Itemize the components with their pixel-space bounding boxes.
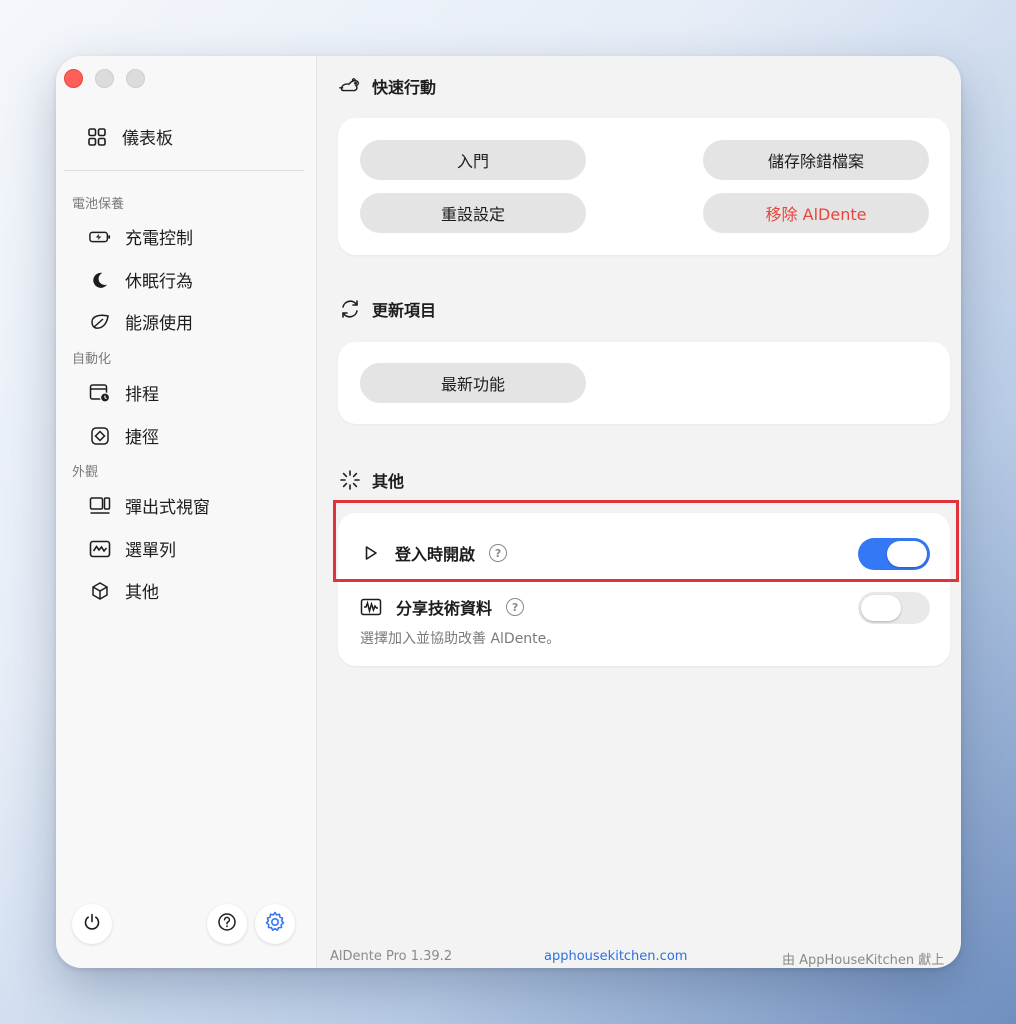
share-technical-data-row: 分享技術資料 ? <box>360 595 525 619</box>
help-button[interactable] <box>207 904 247 944</box>
getting-started-button[interactable]: 入門 <box>360 140 586 180</box>
waveform-icon <box>360 598 382 616</box>
save-debug-file-button[interactable]: 儲存除錯檔案 <box>703 140 929 180</box>
sidebar-item-other[interactable]: 其他 <box>89 578 159 603</box>
updates-header: 更新項目 <box>338 297 436 321</box>
quick-actions-card: 入門 儲存除錯檔案 重設設定 移除 AlDente <box>338 118 950 255</box>
sidebar-item-energy-use[interactable]: 能源使用 <box>89 309 193 334</box>
sidebar-item-sleep-behavior[interactable]: 休眠行為 <box>89 267 193 292</box>
whats-new-button[interactable]: 最新功能 <box>360 363 586 403</box>
sidebar-item-schedule[interactable]: 排程 <box>89 380 159 405</box>
moon-icon <box>89 269 111 291</box>
reset-settings-button[interactable]: 重設設定 <box>360 193 586 233</box>
grid-icon <box>86 126 108 148</box>
sidebar-item-shortcuts[interactable]: 捷徑 <box>89 423 159 448</box>
sidebar-item-label: 其他 <box>125 583 159 603</box>
section-label-appearance: 外觀 <box>72 465 99 480</box>
calendar-clock-icon <box>89 382 111 404</box>
sidebar: 儀表板 電池保養 充電控制 休眠行為 能源使用 自動化 排程 捷徑 外觀 彈出式… <box>56 56 317 968</box>
updates-title: 更新項目 <box>372 301 437 320</box>
settings-button[interactable] <box>255 904 295 944</box>
sidebar-divider <box>64 170 304 171</box>
share-technical-data-toggle[interactable] <box>858 592 930 624</box>
sidebar-item-menu-bar[interactable]: 選單列 <box>89 536 176 561</box>
refresh-icon <box>338 297 362 321</box>
app-version: AlDente Pro 1.39.2 <box>330 949 453 964</box>
help-icon <box>217 912 237 936</box>
rabbit-icon <box>338 74 362 98</box>
popup-window-icon <box>89 495 111 517</box>
loading-spinner-icon <box>338 468 362 492</box>
power-button[interactable] <box>72 904 112 944</box>
cube-icon <box>89 580 111 602</box>
quick-actions-title: 快速行動 <box>372 78 437 97</box>
updates-card: 最新功能 <box>338 342 950 424</box>
close-window-button[interactable] <box>64 69 83 88</box>
zoom-window-button[interactable] <box>126 69 145 88</box>
other-title: 其他 <box>372 472 405 491</box>
share-technical-data-label: 分享技術資料 <box>396 599 493 618</box>
sidebar-item-label: 休眠行為 <box>125 272 193 292</box>
power-icon <box>82 912 102 936</box>
sidebar-item-label: 充電控制 <box>125 229 193 249</box>
sidebar-item-popup-window[interactable]: 彈出式視窗 <box>89 493 210 518</box>
leaf-icon <box>89 311 111 333</box>
window-controls <box>64 69 145 88</box>
section-label-battery: 電池保養 <box>72 197 125 212</box>
highlight-annotation <box>333 500 959 582</box>
share-technical-data-description: 選擇加入並協助改善 AlDente。 <box>360 631 561 647</box>
sidebar-item-label: 能源使用 <box>125 314 193 334</box>
sidebar-item-label: 儀表板 <box>122 129 173 149</box>
quick-actions-header: 快速行動 <box>338 74 436 98</box>
sidebar-item-dashboard[interactable]: 儀表板 <box>86 124 173 149</box>
sidebar-item-label: 排程 <box>125 385 159 405</box>
website-link[interactable]: apphousekitchen.com <box>544 949 687 964</box>
share-technical-data-help-icon[interactable]: ? <box>506 598 525 616</box>
remove-app-button[interactable]: 移除 AlDente <box>703 193 929 233</box>
minimize-window-button[interactable] <box>95 69 114 88</box>
menu-bar-icon <box>89 538 111 560</box>
sidebar-item-label: 彈出式視窗 <box>125 498 210 518</box>
section-label-automation: 自動化 <box>72 352 112 367</box>
other-header: 其他 <box>338 468 404 492</box>
sidebar-item-label: 捷徑 <box>125 428 159 448</box>
credit-text: 由 AppHouseKitchen 獻上 <box>782 953 945 968</box>
sidebar-item-label: 選單列 <box>125 541 176 561</box>
sidebar-item-charge-control[interactable]: 充電控制 <box>89 224 193 249</box>
gear-icon <box>263 910 287 938</box>
shortcuts-icon <box>89 425 111 447</box>
toggle-knob <box>861 595 901 621</box>
battery-charging-icon <box>89 226 111 248</box>
